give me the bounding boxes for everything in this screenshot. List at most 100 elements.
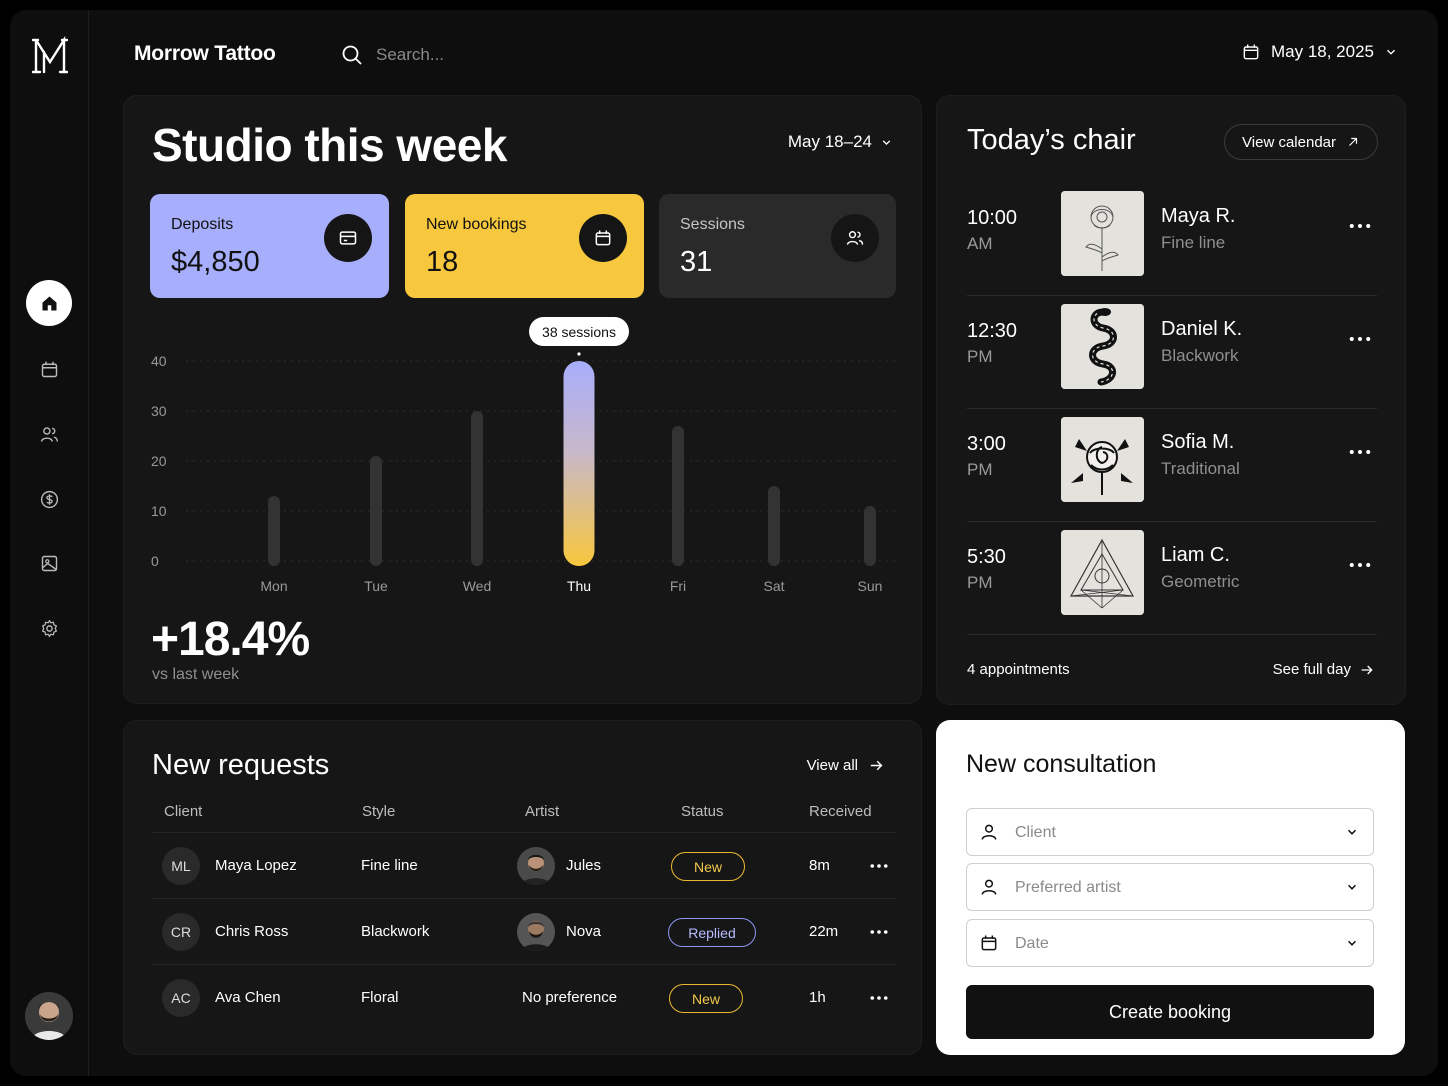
x-tick-label: Sat	[763, 578, 784, 594]
growth-caption: vs last week	[152, 666, 240, 683]
time-value: 3:00	[967, 433, 1006, 455]
client-initials: CR	[162, 913, 200, 951]
consultation-title: New consultation	[966, 750, 1157, 778]
sidebar	[10, 10, 89, 1076]
logo-icon[interactable]	[32, 36, 68, 76]
studio-card: Studio this week May 18–24 Deposits $4,8…	[123, 95, 922, 704]
client-name: Liam C.	[1161, 544, 1230, 566]
x-tick-label: Fri	[670, 578, 686, 594]
date-field[interactable]	[1015, 932, 1335, 956]
tattoo-thumbnail	[1061, 304, 1144, 389]
chevron-down-icon	[1387, 49, 1395, 55]
snake-icon	[1061, 304, 1144, 389]
more-options-button[interactable]	[866, 853, 892, 879]
brand-name: Morrow Tattoo	[134, 42, 276, 65]
client-initials: AC	[162, 979, 200, 1017]
view-all-link[interactable]: View all	[807, 757, 885, 774]
more-options-button[interactable]	[1347, 552, 1373, 578]
column-header-style[interactable]: Style	[362, 803, 395, 820]
dollar-icon	[40, 490, 58, 508]
x-tick-label: Wed	[463, 578, 492, 594]
search-bar[interactable]	[340, 40, 640, 70]
appointment-item[interactable]: 5:30 PM Liam C. Geometric	[967, 522, 1377, 635]
time-ampm: PM	[967, 347, 993, 366]
user-icon	[981, 879, 997, 895]
create-booking-button[interactable]: Create booking	[966, 985, 1374, 1039]
artist-name: Nova	[566, 923, 602, 940]
column-header-client[interactable]: Client	[164, 803, 202, 820]
received-time: 22m	[809, 923, 839, 940]
table-row[interactable]: AC Ava Chen Floral No preference New 1h	[152, 964, 895, 1030]
nav-calendar[interactable]	[26, 346, 72, 392]
tattoo-style: Traditional	[1161, 459, 1240, 478]
column-header-status[interactable]: Status	[681, 803, 724, 820]
artist-avatar	[517, 913, 555, 951]
calendar-icon	[981, 935, 997, 951]
more-options-button[interactable]	[866, 985, 892, 1011]
y-tick-label: 20	[151, 453, 167, 469]
current-date: May 18, 2025	[1270, 42, 1374, 61]
more-icon	[1349, 336, 1371, 342]
more-icon	[1349, 449, 1371, 455]
client-name: Sofia M.	[1161, 431, 1235, 453]
arrow-right-icon	[870, 760, 883, 771]
home-icon	[42, 296, 56, 310]
nav-home[interactable]	[26, 280, 72, 326]
appointment-count: 4 appointments	[967, 661, 1070, 678]
arrow-right-icon	[1361, 665, 1373, 674]
nav-gallery[interactable]	[26, 540, 72, 586]
table-row[interactable]: CR Chris Ross Blackwork Nova Replied 22m	[152, 898, 895, 964]
more-options-button[interactable]	[1347, 326, 1373, 352]
new-requests-card: New requests View all Client Style Artis…	[123, 720, 922, 1055]
more-options-button[interactable]	[866, 919, 892, 945]
bar-sun	[864, 506, 876, 566]
tattoo-thumbnail	[1061, 191, 1144, 276]
see-full-day-link[interactable]: See full day	[1273, 661, 1375, 678]
user-icon	[981, 824, 997, 840]
arrow-up-right-icon	[1349, 137, 1358, 146]
app-frame: Morrow Tattoo May 18, 2025 Studio this w…	[10, 10, 1438, 1076]
column-header-received[interactable]: Received	[809, 803, 872, 820]
calendar-icon	[1243, 44, 1259, 60]
received-time: 1h	[809, 989, 826, 1006]
status-badge: Replied	[668, 918, 756, 947]
column-header-artist[interactable]: Artist	[525, 803, 559, 820]
artist-field[interactable]	[1015, 876, 1335, 900]
tattoo-style: Blackwork	[361, 923, 430, 940]
more-options-button[interactable]	[1347, 213, 1373, 239]
tattoo-style: Geometric	[1161, 572, 1240, 591]
appointment-item[interactable]: 10:00 AM Maya R. Fine line	[967, 183, 1377, 296]
time-value: 5:30	[967, 546, 1006, 568]
time-ampm: PM	[967, 573, 993, 592]
new-consultation-card: New consultation Create booking	[936, 720, 1405, 1055]
time-ampm: AM	[967, 234, 993, 253]
client-name: Maya Lopez	[215, 857, 297, 874]
client-field[interactable]	[1015, 821, 1335, 845]
tattoo-style: Floral	[361, 989, 399, 1006]
view-calendar-label: View calendar	[1242, 133, 1336, 151]
chevron-down-icon	[1347, 829, 1357, 835]
status-badge: New	[671, 852, 745, 881]
nav-settings[interactable]	[26, 605, 72, 651]
nav-clients[interactable]	[26, 411, 72, 457]
date-picker[interactable]: May 18, 2025	[1241, 42, 1398, 62]
x-tick-label: Sun	[858, 578, 883, 594]
user-avatar[interactable]	[25, 992, 73, 1040]
sessions-chart: 0 10 20 30 40 Mon Tue Wed Thu Fri Sat Sun 38 session…	[151, 317, 896, 594]
view-calendar-button[interactable]: View calendar	[1224, 124, 1378, 160]
artist-name: Jules	[566, 857, 602, 874]
more-options-button[interactable]	[1347, 439, 1373, 465]
appointment-item[interactable]: 12:30 PM Daniel K. Blackwork	[967, 296, 1377, 409]
date-select[interactable]	[966, 919, 1374, 967]
rose-icon	[1061, 417, 1144, 502]
more-icon	[1349, 562, 1371, 568]
search-input[interactable]	[376, 45, 616, 65]
artist-select[interactable]	[966, 863, 1374, 911]
client-name: Maya R.	[1161, 205, 1236, 227]
more-icon	[870, 930, 888, 934]
image-icon	[41, 555, 57, 571]
table-row[interactable]: ML Maya Lopez Fine line Jules New 8m	[152, 832, 895, 898]
nav-payments[interactable]	[26, 476, 72, 522]
appointment-item[interactable]: 3:00 PM Sofia M. Traditional	[967, 409, 1377, 522]
client-select[interactable]	[966, 808, 1374, 856]
